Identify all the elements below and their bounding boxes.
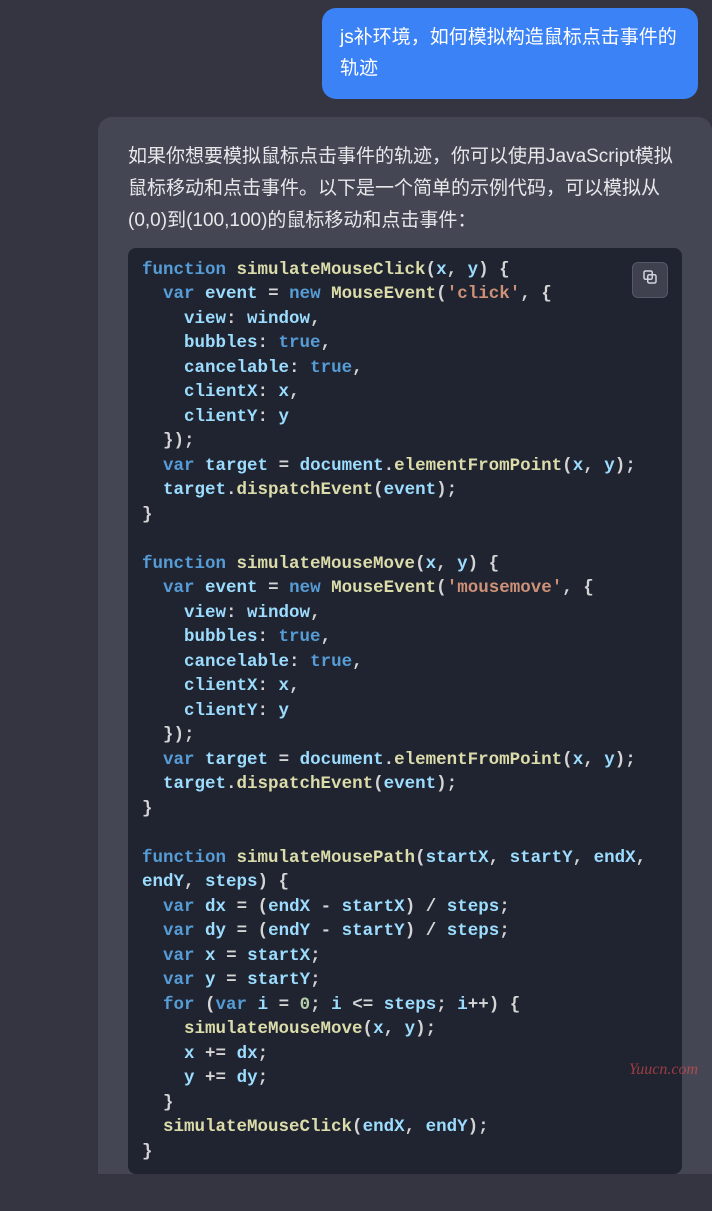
copy-code-button[interactable] xyxy=(632,262,668,298)
code-content[interactable]: function simulateMouseClick(x, y) { var … xyxy=(128,248,682,1175)
assistant-message-row: 如果你想要模拟鼠标点击事件的轨迹，你可以使用JavaScript模拟鼠标移动和点… xyxy=(98,117,712,1174)
copy-icon xyxy=(641,268,659,291)
user-message-bubble: js补环境，如何模拟构造鼠标点击事件的轨迹 xyxy=(322,8,698,99)
user-message-text: js补环境，如何模拟构造鼠标点击事件的轨迹 xyxy=(340,27,677,79)
assistant-intro-text: 如果你想要模拟鼠标点击事件的轨迹，你可以使用JavaScript模拟鼠标移动和点… xyxy=(128,141,682,238)
user-message-row: js补环境，如何模拟构造鼠标点击事件的轨迹 xyxy=(0,0,712,117)
code-block: function simulateMouseClick(x, y) { var … xyxy=(128,248,682,1175)
chat-area: js补环境，如何模拟构造鼠标点击事件的轨迹 如果你想要模拟鼠标点击事件的轨迹，你… xyxy=(0,0,712,1174)
